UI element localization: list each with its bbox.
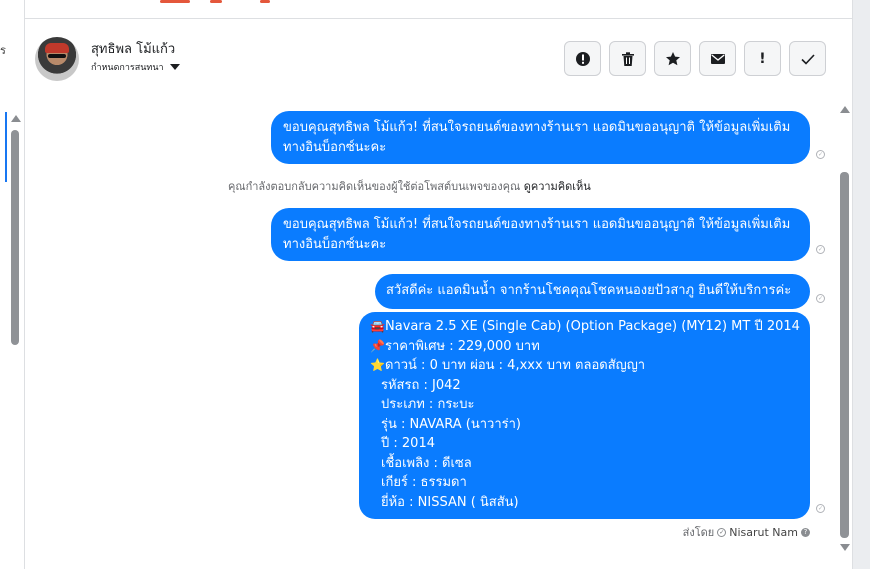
conversation-header: สุทธิพล โม้แก้ว กำหนดการสนทนา ! [25, 18, 852, 100]
avatar[interactable] [35, 37, 79, 81]
sent-status-icon: ✓ [816, 245, 825, 254]
message-bubble[interactable]: ขอบคุณสุทธิพล โม้แก้ว! ที่สนใจรถยนต์ของท… [271, 208, 810, 261]
message-text: ขอบคุณสุทธิพล โม้แก้ว! ที่สนใจรถยนต์ของท… [283, 217, 791, 252]
message-bubble[interactable]: สวัสดีค่ะ แอดมินน้ำ จากร้านโชคคุณโชคหนอง… [375, 274, 810, 309]
contact-name[interactable]: สุทธิพล โม้แก้ว [91, 38, 175, 59]
car-listing-message-bubble[interactable]: 🚘Navara 2.5 XE (Single Cab) (Option Pack… [359, 312, 810, 519]
view-comment-link[interactable]: ดูความคิดเห็น [524, 180, 591, 193]
car-emoji-icon: 🚘 [370, 319, 385, 333]
thread-scrollbar[interactable] [839, 106, 850, 554]
caret-down-icon [169, 64, 180, 70]
header-actions: ! [564, 41, 826, 76]
message-bubble[interactable]: ขอบคุณสุทธิพล โม้แก้ว! ที่สนใจรถยนต์ของท… [271, 111, 810, 164]
envelope-icon [710, 53, 725, 64]
left-scrollbar[interactable] [11, 115, 21, 345]
detail-line: เชื้อเพลิง : ดีเซล [381, 455, 472, 471]
scroll-up-arrow-icon[interactable] [11, 115, 21, 122]
selected-indicator [5, 112, 7, 182]
check-icon [800, 53, 815, 65]
star-emoji-icon: ⭐ [370, 358, 385, 372]
message-text: ขอบคุณสุทธิพล โม้แก้ว! ที่สนใจรถยนต์ของท… [283, 120, 791, 155]
right-panel-edge [852, 0, 870, 569]
assign-conversation-dropdown[interactable]: กำหนดการสนทนา [91, 60, 180, 74]
down-payment-text: ดาวน์ : 0 บาท ผ่อน : 4,xxx บาท ตลอดสัญญา [385, 358, 646, 373]
sent-by-info: ส่งโดย ✓ Nisarut Nam ? [683, 523, 810, 541]
reply-note-text: คุณกำลังตอบกลับความคิดเห็นของผู้ใช้ต่อโพ… [228, 180, 521, 193]
detail-line: เกียร์ : ธรรมดา [381, 475, 467, 490]
assign-label: กำหนดการสนทนา [91, 63, 164, 73]
pushpin-emoji-icon: 📌 [370, 338, 385, 353]
reply-context-note: คุณกำลังตอบกลับความคิดเห็นของผู้ใช้ต่อโพ… [228, 177, 591, 195]
sent-status-icon: ✓ [816, 294, 825, 303]
scroll-down-arrow-icon[interactable] [840, 544, 850, 551]
mark-unread-button[interactable] [699, 41, 736, 76]
message-text: สวัสดีค่ะ แอดมินน้ำ จากร้านโชคคุณโชคหนอง… [386, 283, 792, 298]
spam-button[interactable] [564, 41, 601, 76]
trash-icon [621, 51, 634, 66]
sent-check-icon: ✓ [717, 527, 727, 537]
sender-name: Nisarut Nam [729, 525, 798, 539]
star-button[interactable] [654, 41, 691, 76]
star-icon [665, 51, 680, 65]
scrollbar-thumb[interactable] [11, 130, 19, 345]
delete-button[interactable] [609, 41, 646, 76]
top-accent-line [160, 0, 300, 3]
exclamation-circle-icon [575, 51, 590, 66]
detail-line: รุ่น : NAVARA (นาวาร่า) [381, 416, 521, 432]
sent-by-label: ส่งโดย [682, 526, 715, 539]
follow-up-button[interactable]: ! [744, 41, 781, 76]
mark-done-button[interactable] [789, 41, 826, 76]
sent-status-icon: ✓ [816, 504, 825, 513]
detail-line: ประเภท : กระบะ [381, 397, 475, 412]
message-thread: ขอบคุณสุทธิพล โม้แก้ว! ที่สนใจรถยนต์ของท… [25, 99, 852, 569]
scroll-up-arrow-icon[interactable] [840, 106, 850, 113]
special-price-text: ราคาพิเศษ : 229,000 บาท [385, 338, 540, 354]
detail-line: รหัสรถ : J042 [381, 377, 461, 393]
conversation-list-edge: ร [0, 0, 25, 569]
detail-line: ปี : 2014 [381, 436, 435, 451]
car-model-text: Navara 2.5 XE (Single Cab) (Option Packa… [385, 319, 800, 334]
clipped-label: ร [0, 44, 6, 57]
scrollbar-thumb[interactable] [840, 172, 849, 538]
help-icon[interactable]: ? [801, 527, 810, 537]
detail-line: ยี่ห้อ : NISSAN ( นิสสัน) [381, 494, 519, 510]
exclamation-icon: ! [759, 50, 766, 67]
sent-status-icon: ✓ [816, 150, 825, 159]
